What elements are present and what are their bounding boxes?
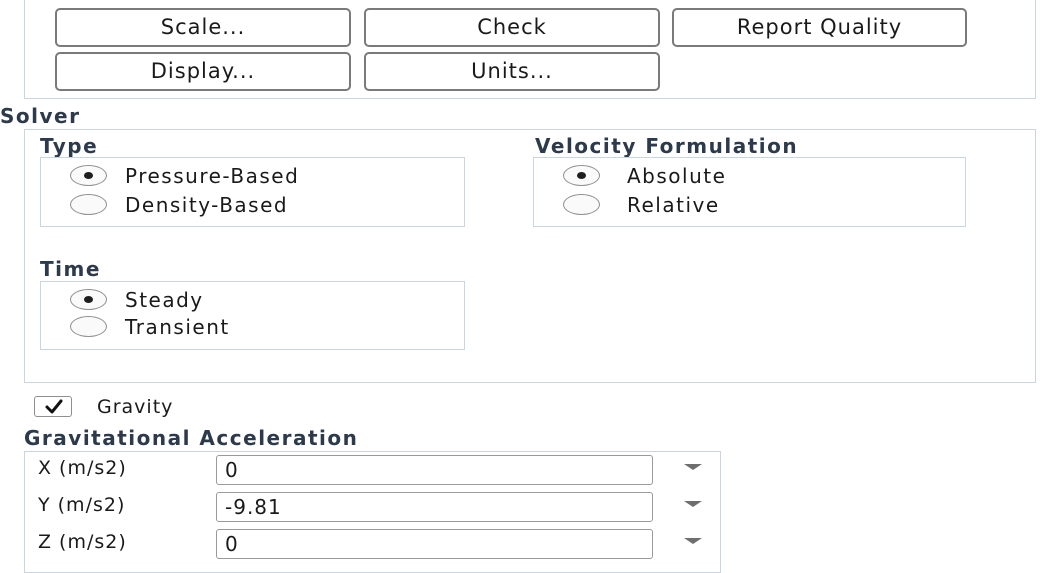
velocity-formulation-heading: Velocity Formulation: [535, 134, 799, 158]
x-acceleration-label: X (m/s2): [38, 457, 127, 479]
chevron-down-icon: [684, 538, 702, 544]
display-button[interactable]: Display...: [55, 52, 351, 91]
general-settings-panel: Scale... Check Report Quality Display...…: [0, 0, 1047, 573]
radio-selected-icon[interactable]: [70, 289, 107, 310]
gravity-checkbox[interactable]: [34, 396, 72, 417]
radio-selected-icon[interactable]: [70, 165, 107, 186]
x-acceleration-input[interactable]: 0: [216, 455, 653, 485]
units-button[interactable]: Units...: [364, 52, 660, 91]
radio-label: Relative: [627, 193, 720, 217]
z-acceleration-label: Z (m/s2): [38, 531, 127, 553]
radio-selected-icon[interactable]: [563, 165, 600, 186]
x-acceleration-dropdown[interactable]: [678, 458, 708, 478]
radio-unselected-icon[interactable]: [70, 194, 107, 215]
check-button[interactable]: Check: [364, 8, 660, 47]
chevron-down-icon: [684, 464, 702, 470]
radio-unselected-icon[interactable]: [563, 194, 600, 215]
y-acceleration-dropdown[interactable]: [678, 495, 708, 515]
type-heading: Type: [40, 134, 99, 158]
z-acceleration-input[interactable]: 0: [216, 529, 653, 559]
y-acceleration-label: Y (m/s2): [38, 494, 126, 516]
gravitational-acceleration-heading: Gravitational Acceleration: [24, 426, 359, 450]
y-acceleration-input[interactable]: -9.81: [216, 492, 653, 522]
checkmark-icon: [45, 399, 63, 414]
radio-label: Absolute: [627, 164, 727, 188]
z-acceleration-dropdown[interactable]: [678, 532, 708, 552]
radio-label: Density-Based: [125, 193, 289, 217]
chevron-down-icon: [684, 501, 702, 507]
radio-label: Transient: [125, 315, 230, 339]
time-group: [40, 281, 465, 350]
gravity-label: Gravity: [97, 396, 174, 418]
radio-label: Steady: [125, 288, 204, 312]
solver-heading: Solver: [0, 104, 81, 128]
radio-unselected-icon[interactable]: [70, 316, 107, 337]
radio-label: Pressure-Based: [125, 164, 300, 188]
scale-button[interactable]: Scale...: [55, 8, 351, 47]
velocity-formulation-group: [533, 157, 966, 227]
time-heading: Time: [40, 257, 101, 281]
report-quality-button[interactable]: Report Quality: [672, 8, 967, 47]
